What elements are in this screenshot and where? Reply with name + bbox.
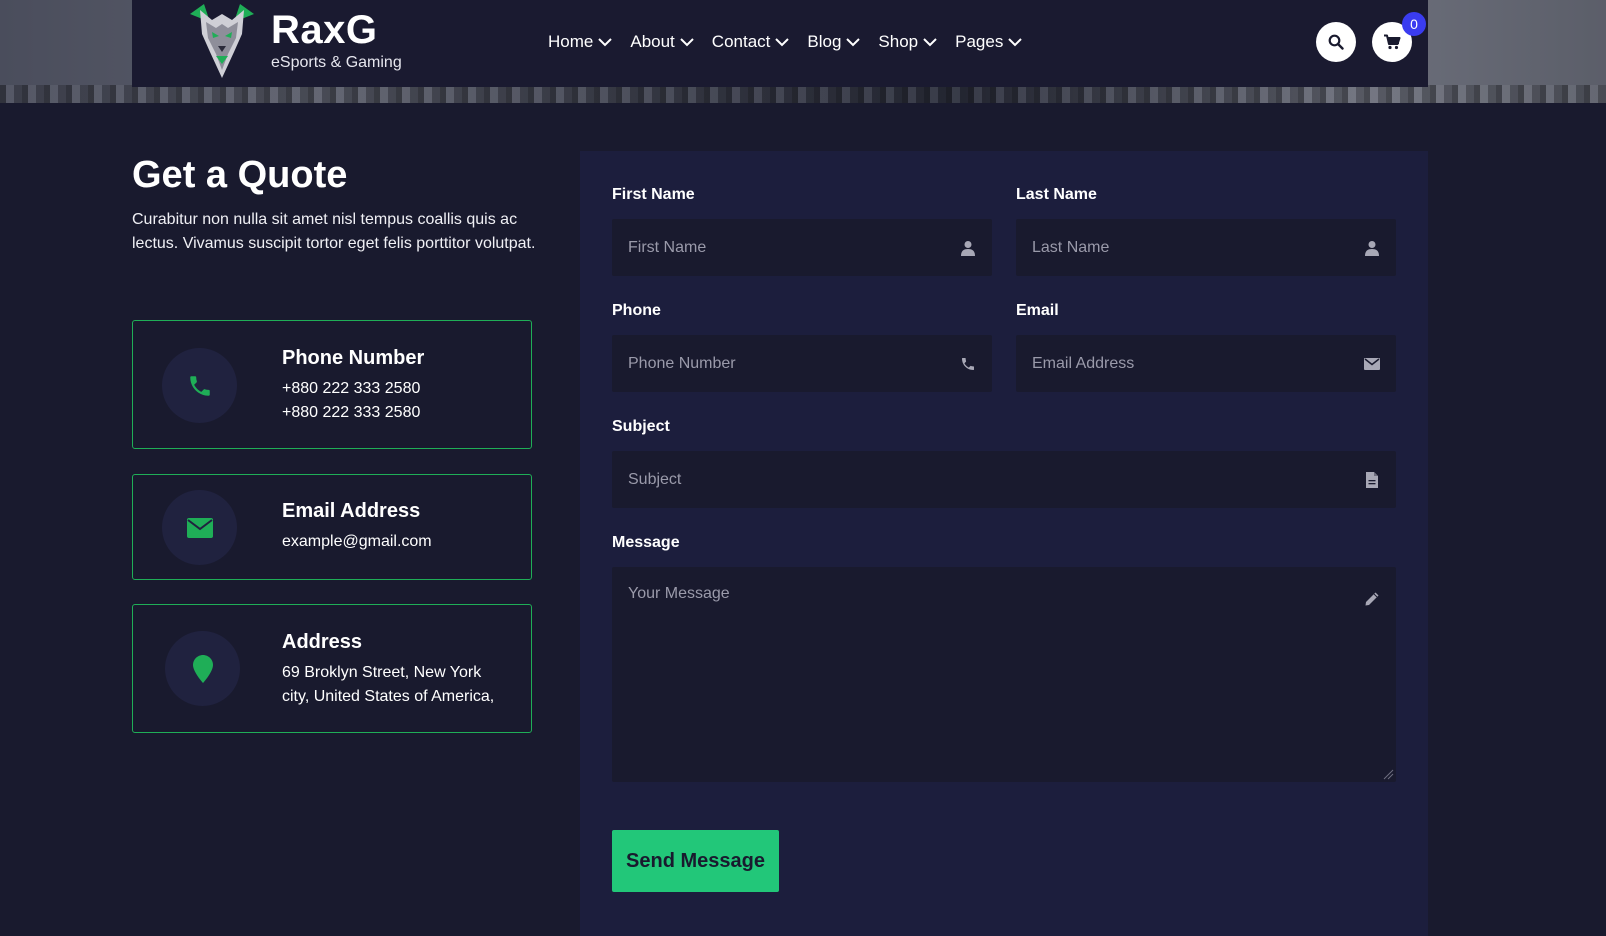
nav-item-label: Home	[548, 32, 594, 51]
info-card-phone: Phone Number +880 222 333 2580 +880 222 …	[132, 320, 532, 449]
envelope-icon	[186, 517, 213, 538]
last-name-field[interactable]	[1016, 219, 1396, 276]
pencil-icon	[1364, 591, 1380, 607]
card-line: +880 222 333 2580	[282, 404, 421, 421]
wolf-logo-icon[interactable]	[182, 0, 262, 80]
card-line: city, United States of America,	[282, 688, 495, 705]
icon-circle	[162, 348, 237, 423]
card-line: example@gmail.com	[282, 533, 432, 550]
phone-icon	[960, 356, 976, 372]
first-name-input[interactable]	[628, 238, 992, 257]
main-nav: Home About Contact Blog Shop Pages	[548, 32, 1040, 52]
envelope-icon	[1364, 356, 1380, 372]
resize-grip-icon[interactable]	[1382, 768, 1394, 780]
nav-item-pages[interactable]: Pages	[955, 32, 1023, 52]
chevron-down-icon	[1008, 37, 1023, 46]
page-title: Get a Quote	[132, 154, 348, 196]
brand-tagline: eSports & Gaming	[271, 54, 402, 71]
send-message-button[interactable]: Send Message	[612, 830, 779, 892]
user-icon	[960, 240, 976, 256]
last-name-label: Last Name	[1016, 186, 1097, 203]
message-textarea[interactable]	[628, 585, 1396, 765]
user-icon	[1364, 240, 1380, 256]
email-field[interactable]	[1016, 335, 1396, 392]
last-name-input[interactable]	[1032, 238, 1396, 257]
site-header: RaxG eSports & Gaming Home About Contact…	[132, 0, 1428, 87]
subject-label: Subject	[612, 418, 670, 435]
nav-item-label: About	[630, 32, 675, 51]
subject-input[interactable]	[628, 470, 1396, 489]
message-label: Message	[612, 534, 680, 551]
nav-item-label: Shop	[878, 32, 919, 51]
first-name-label: First Name	[612, 186, 695, 203]
search-icon	[1328, 34, 1344, 50]
nav-item-home[interactable]: Home	[548, 32, 613, 52]
phone-input[interactable]	[628, 354, 992, 373]
brand-name[interactable]: RaxG	[271, 8, 378, 53]
email-label: Email	[1016, 302, 1059, 319]
nav-item-label: Blog	[807, 32, 842, 51]
email-input[interactable]	[1032, 354, 1396, 373]
file-icon	[1364, 471, 1380, 488]
phone-label: Phone	[612, 302, 661, 319]
card-title: Address	[282, 631, 363, 653]
card-title: Email Address	[282, 500, 421, 522]
card-line: 69 Broklyn Street, New York	[282, 664, 482, 681]
nav-item-blog[interactable]: Blog	[807, 32, 861, 52]
nav-item-contact[interactable]: Contact	[712, 32, 790, 52]
search-button[interactable]	[1316, 22, 1356, 62]
chevron-down-icon	[680, 37, 694, 46]
subject-field[interactable]	[612, 451, 1396, 508]
phone-icon	[189, 375, 210, 396]
icon-circle	[165, 631, 240, 706]
cart-count-badge: 0	[1402, 12, 1426, 36]
card-line: +880 222 333 2580	[282, 380, 421, 397]
chevron-down-icon	[923, 37, 937, 46]
nav-item-shop[interactable]: Shop	[878, 32, 937, 52]
chevron-down-icon	[775, 37, 790, 46]
nav-item-about[interactable]: About	[630, 32, 694, 52]
chevron-down-icon	[846, 37, 861, 46]
message-field[interactable]	[612, 567, 1396, 782]
quote-description: Curabitur non nulla sit amet nisl tempus…	[132, 211, 536, 252]
nav-item-label: Contact	[711, 32, 771, 51]
chevron-down-icon	[598, 37, 613, 46]
cart-icon	[1384, 34, 1401, 50]
nav-item-label: Pages	[955, 32, 1004, 51]
map-pin-icon	[192, 654, 213, 683]
info-card-address: Address 69 Broklyn Street, New York city…	[132, 604, 532, 733]
info-card-email: Email Address example@gmail.com	[132, 474, 532, 580]
icon-circle	[162, 490, 237, 565]
first-name-field[interactable]	[612, 219, 992, 276]
phone-field[interactable]	[612, 335, 992, 392]
card-title: Phone Number	[282, 347, 425, 369]
